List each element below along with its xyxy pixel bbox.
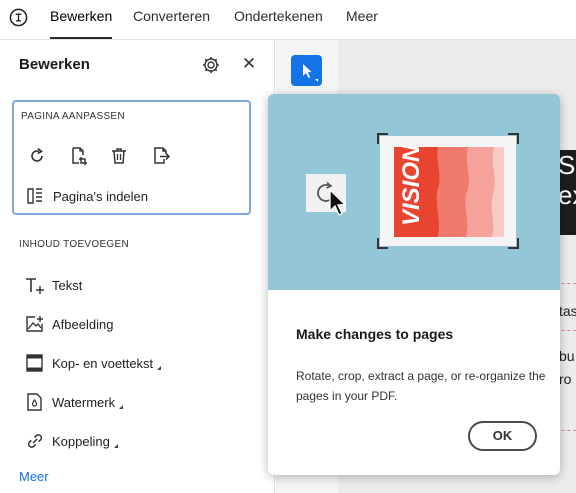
tab-converteren[interactable]: Converteren <box>133 0 210 39</box>
gear-icon[interactable] <box>201 55 221 75</box>
header-footer-icon <box>26 354 43 372</box>
add-text-label: Tekst <box>52 277 83 293</box>
watermark-label: Watermerk <box>52 394 116 410</box>
organize-pages-label: Pagina's indelen <box>53 188 148 204</box>
illustration-vision-text: VISION <box>398 144 425 226</box>
popover-body: Rotate, crop, extract a page, or re-orga… <box>296 369 546 403</box>
header-footer-label: Kop- en voettekst <box>52 355 154 371</box>
page-edit-illustration: VISION <box>306 133 519 249</box>
popover-illustration: VISION <box>268 94 560 290</box>
text-add-icon <box>26 278 44 294</box>
document-peek-text: tas <box>559 303 576 319</box>
onboarding-popover: VISION Make changes to pages Rotate, cro… <box>268 94 560 475</box>
watermark-icon <box>27 393 42 411</box>
image-add-icon <box>26 316 43 332</box>
submenu-indicator-icon <box>157 366 162 370</box>
watermark-item[interactable]: Watermerk <box>24 391 124 413</box>
edit-panel: Bewerken ✕ PAGINA AANPASSEN Pagina's ind… <box>0 40 275 493</box>
close-icon[interactable]: ✕ <box>241 54 257 74</box>
popover-title: Make changes to pages <box>296 326 454 342</box>
document-peek-text: ro <box>559 371 572 387</box>
document-peek-text: bu <box>559 348 575 364</box>
link-item[interactable]: Koppeling <box>24 430 118 452</box>
page-section-heading: PAGINA AANPASSEN <box>21 111 125 122</box>
content-section-heading: INHOUD TOEVOEGEN <box>19 239 130 250</box>
document-peek-text: S <box>558 150 576 180</box>
rotate-icon[interactable] <box>27 146 47 166</box>
organize-pages-icon <box>27 188 42 204</box>
submenu-indicator-icon <box>119 405 124 409</box>
extract-page-icon[interactable] <box>151 146 171 166</box>
link-icon <box>27 434 43 448</box>
tab-bewerken[interactable]: Bewerken <box>50 0 113 39</box>
acrobat-icon[interactable] <box>9 8 28 27</box>
panel-title: Bewerken <box>19 56 90 73</box>
organize-pages-button[interactable]: Pagina's indelen <box>25 186 148 206</box>
add-image-label: Afbeelding <box>52 316 114 332</box>
submenu-indicator-icon <box>113 444 118 448</box>
link-label: Koppeling <box>52 433 110 449</box>
top-navigation: Bewerken Converteren Ondertekenen Meer <box>0 0 576 40</box>
tab-meer[interactable]: Meer <box>346 0 378 39</box>
pointer-icon <box>303 64 318 82</box>
header-footer-item[interactable]: Kop- en voettekst <box>24 352 162 374</box>
select-tool-button[interactable] <box>291 55 322 86</box>
tab-ondertekenen[interactable]: Ondertekenen <box>234 0 323 39</box>
crop-page-icon[interactable] <box>69 146 89 166</box>
more-link[interactable]: Meer <box>19 469 49 484</box>
add-image-item[interactable]: Afbeelding <box>24 313 113 335</box>
add-text-item[interactable]: Tekst <box>24 274 82 296</box>
document-peek-text: ex <box>558 180 576 210</box>
ok-button[interactable]: OK <box>468 421 537 451</box>
page-adjust-card: PAGINA AANPASSEN Pagina's indelen <box>12 100 251 215</box>
delete-icon[interactable] <box>109 146 129 166</box>
